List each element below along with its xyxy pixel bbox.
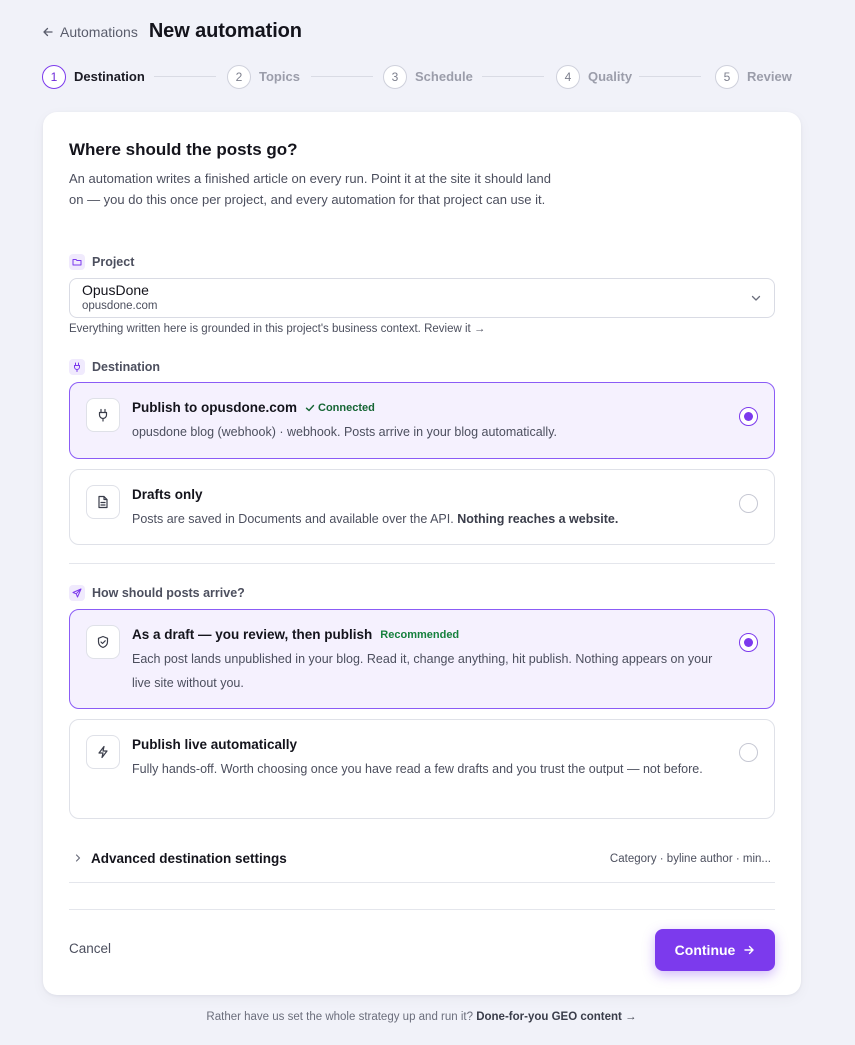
done-for-you-link[interactable]: Done-for-you GEO content → xyxy=(476,1011,636,1023)
stepper: 1 Destination 2 Topics 3 Schedule 4 Qual… xyxy=(42,64,792,90)
drafts-option-desc: Posts are saved in Documents and availab… xyxy=(132,507,732,531)
project-label: Project xyxy=(92,255,135,269)
drafts-radio[interactable] xyxy=(739,494,758,513)
step-connector xyxy=(311,76,373,77)
card-intro: An automation writes a finished article … xyxy=(69,171,551,207)
back-link-label: Automations xyxy=(60,23,138,40)
publish-title: Publish to opusdone.com xyxy=(132,400,297,415)
live-title: Publish live automatically xyxy=(132,737,298,752)
plug-icon xyxy=(86,398,120,432)
connected-label: Connected xyxy=(318,401,375,414)
drafts-desc: Posts are saved in Documents and availab… xyxy=(132,512,454,526)
publish-option-desc: opusdone blog (webhook) · webhook. Posts… xyxy=(132,425,557,439)
step-label: Review xyxy=(747,69,792,84)
project-select[interactable]: OpusDone opusdone.com xyxy=(69,278,775,318)
publish-radio[interactable] xyxy=(739,407,758,426)
project-helper: Everything written here is grounded in t… xyxy=(69,323,421,335)
arrow-right-icon xyxy=(744,945,755,955)
project-domain: opusdone.com xyxy=(82,300,158,312)
step-label: Destination xyxy=(74,69,145,84)
review-context-link[interactable]: Review it → xyxy=(424,323,485,335)
live-radio[interactable] xyxy=(739,743,758,762)
draft-review-title: As a draft — you review, then publish xyxy=(132,627,373,642)
project-helper-text: Everything written here is grounded in t… xyxy=(69,323,485,335)
project-name: OpusDone xyxy=(82,282,149,298)
step-number: 1 xyxy=(42,64,66,89)
live-option-title: Publish live automatically xyxy=(132,737,297,752)
step-label: Topics xyxy=(259,69,300,84)
drafts-desc-bold: Nothing reaches a website. xyxy=(457,512,619,526)
advanced-settings-summary: Category · byline author · min... xyxy=(609,853,771,865)
destination-option-drafts[interactable]: Drafts only Posts are saved in Documents… xyxy=(69,469,775,545)
live-option-desc: Fully hands-off. Worth choosing once you… xyxy=(132,762,703,776)
advanced-settings-toggle[interactable]: Advanced destination settings Category ·… xyxy=(69,848,775,872)
chevron-right-icon xyxy=(75,854,81,862)
arrival-option-live[interactable]: Publish live automatically Fully hands-o… xyxy=(69,719,775,819)
plug-icon xyxy=(69,359,85,375)
destination-label: Destination xyxy=(92,360,161,374)
destination-section-label: Destination xyxy=(69,359,160,375)
chevron-down-icon xyxy=(751,295,761,301)
draft-review-option-desc: Each post lands unpublished in your blog… xyxy=(132,652,713,690)
section-divider xyxy=(69,882,775,883)
page-title: New automation xyxy=(148,20,302,42)
document-icon xyxy=(86,485,120,519)
shield-check-icon xyxy=(86,625,120,659)
destination-option-publish[interactable]: Publish to opusdone.com Connected opusdo… xyxy=(69,382,775,459)
project-section-label: Project xyxy=(69,254,134,270)
drafts-option-title: Drafts only xyxy=(132,487,203,502)
destination-card: Where should the posts go? An automation… xyxy=(43,112,801,995)
footer-text: Rather have us set the whole strategy up… xyxy=(206,1011,473,1023)
connected-badge: Connected xyxy=(305,402,375,414)
step-number: 3 xyxy=(383,64,407,89)
send-icon xyxy=(69,585,85,601)
continue-button[interactable]: Continue xyxy=(655,929,775,971)
step-label: Schedule xyxy=(415,69,473,84)
cancel-button[interactable]: Cancel xyxy=(69,941,111,956)
step-review[interactable]: 5 Review xyxy=(715,64,792,89)
card-heading: Where should the posts go? xyxy=(69,140,298,159)
step-quality[interactable]: 4 Quality xyxy=(556,64,632,89)
step-connector xyxy=(482,76,544,77)
step-number: 5 xyxy=(715,64,739,89)
draft-review-radio[interactable] xyxy=(739,633,758,652)
check-icon xyxy=(305,404,315,411)
step-connector xyxy=(154,76,216,77)
step-schedule[interactable]: 3 Schedule xyxy=(383,64,473,89)
recommended-badge: Recommended xyxy=(380,628,460,641)
footer-divider xyxy=(69,909,775,910)
arrival-label: How should posts arrive? xyxy=(92,586,245,600)
step-topics[interactable]: 2 Topics xyxy=(227,64,300,89)
step-number: 4 xyxy=(556,64,580,89)
step-connector xyxy=(639,76,701,77)
arrival-section-label: How should posts arrive? xyxy=(69,585,245,601)
publish-option-title: Publish to opusdone.com Connected xyxy=(132,400,375,415)
section-divider xyxy=(69,563,775,564)
lightning-icon xyxy=(86,735,120,769)
drafts-title-text: Drafts only xyxy=(132,487,203,502)
continue-label: Continue xyxy=(674,942,736,958)
page-footer: Rather have us set the whole strategy up… xyxy=(0,1011,843,1023)
draft-review-option-title: As a draft — you review, then publish Re… xyxy=(132,627,459,642)
arrival-option-draft[interactable]: As a draft — you review, then publish Re… xyxy=(69,609,775,709)
arrow-left-icon xyxy=(43,27,53,36)
back-to-automations-link[interactable]: Automations xyxy=(42,24,138,40)
folder-icon xyxy=(69,254,85,270)
step-label: Quality xyxy=(588,69,633,84)
advanced-settings-title: Advanced destination settings xyxy=(91,851,287,866)
step-number: 2 xyxy=(227,64,251,89)
step-destination[interactable]: 1 Destination xyxy=(42,64,145,89)
page-header: Automations New automation xyxy=(42,20,302,43)
